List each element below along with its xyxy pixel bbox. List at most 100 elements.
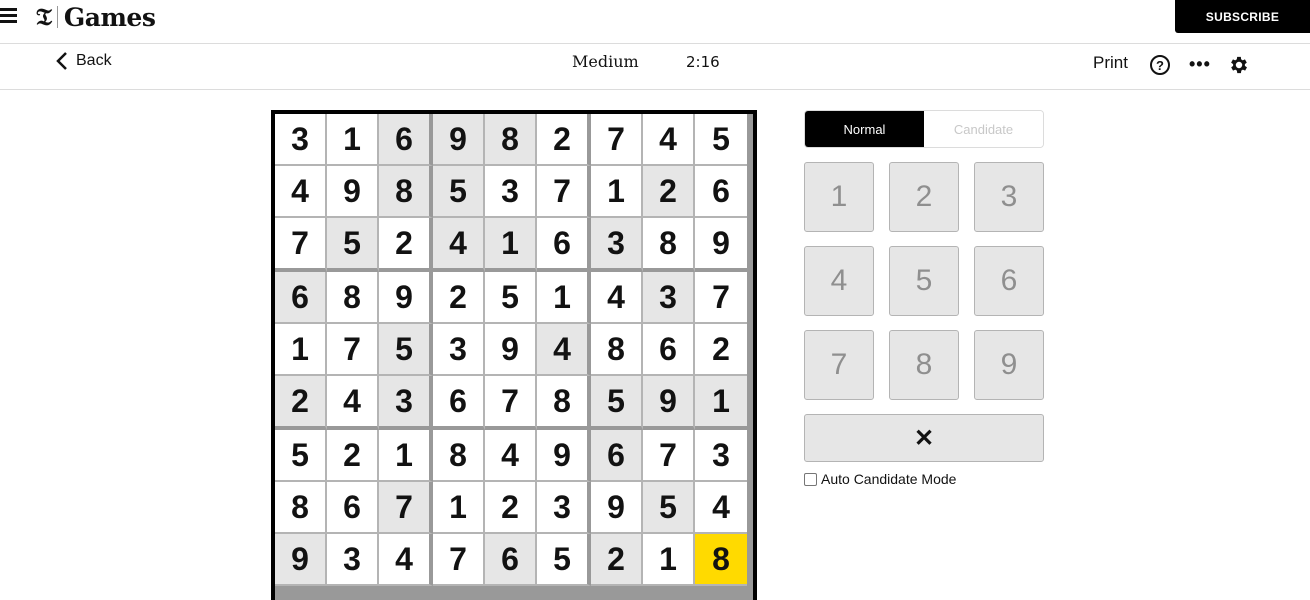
cell-r5-c7[interactable]: 8 — [591, 324, 643, 376]
cell-r6-c2[interactable]: 4 — [327, 376, 379, 430]
cell-r2-c5[interactable]: 3 — [485, 166, 537, 218]
cell-r6-c8[interactable]: 9 — [643, 376, 695, 430]
subscribe-button[interactable]: SUBSCRIBE — [1175, 0, 1310, 33]
cell-r8-c1[interactable]: 8 — [275, 482, 327, 534]
cell-r2-c6[interactable]: 7 — [537, 166, 591, 218]
key-3[interactable]: 3 — [974, 162, 1044, 232]
cell-r1-c9[interactable]: 5 — [695, 114, 747, 166]
cell-r5-c2[interactable]: 7 — [327, 324, 379, 376]
cell-r1-c4[interactable]: 9 — [433, 114, 485, 166]
cell-r4-c3[interactable]: 9 — [379, 272, 433, 324]
cell-r1-c5[interactable]: 8 — [485, 114, 537, 166]
cell-r3-c7[interactable]: 3 — [591, 218, 643, 272]
more-options-icon[interactable]: ••• — [1189, 54, 1211, 75]
cell-r4-c7[interactable]: 4 — [591, 272, 643, 324]
cell-r5-c8[interactable]: 6 — [643, 324, 695, 376]
candidate-mode-button[interactable]: Candidate — [924, 111, 1043, 147]
key-7[interactable]: 7 — [804, 330, 874, 400]
cell-r9-c7[interactable]: 2 — [591, 534, 643, 586]
cell-r4-c2[interactable]: 8 — [327, 272, 379, 324]
timer[interactable]: 2:16 — [686, 53, 720, 71]
cell-r7-c8[interactable]: 7 — [643, 430, 695, 482]
cell-r1-c8[interactable]: 4 — [643, 114, 695, 166]
cell-r5-c3[interactable]: 5 — [379, 324, 433, 376]
cell-r3-c1[interactable]: 7 — [275, 218, 327, 272]
cell-r8-c3[interactable]: 7 — [379, 482, 433, 534]
cell-r4-c5[interactable]: 5 — [485, 272, 537, 324]
cell-r7-c7[interactable]: 6 — [591, 430, 643, 482]
normal-mode-button[interactable]: Normal — [805, 111, 924, 147]
cell-r9-c4[interactable]: 7 — [433, 534, 485, 586]
cell-r6-c1[interactable]: 2 — [275, 376, 327, 430]
cell-r1-c2[interactable]: 1 — [327, 114, 379, 166]
erase-button[interactable]: ✕ — [804, 414, 1044, 462]
nyt-games-logo[interactable]: 𝔗 Games — [36, 2, 156, 32]
cell-r3-c4[interactable]: 4 — [433, 218, 485, 272]
cell-r5-c9[interactable]: 2 — [695, 324, 747, 376]
cell-r4-c1[interactable]: 6 — [275, 272, 327, 324]
cell-r2-c2[interactable]: 9 — [327, 166, 379, 218]
cell-r1-c3[interactable]: 6 — [379, 114, 433, 166]
key-1[interactable]: 1 — [804, 162, 874, 232]
cell-r8-c2[interactable]: 6 — [327, 482, 379, 534]
cell-r2-c8[interactable]: 2 — [643, 166, 695, 218]
cell-r3-c5[interactable]: 1 — [485, 218, 537, 272]
cell-r8-c7[interactable]: 9 — [591, 482, 643, 534]
cell-r4-c4[interactable]: 2 — [433, 272, 485, 324]
key-2[interactable]: 2 — [889, 162, 959, 232]
cell-r1-c6[interactable]: 2 — [537, 114, 591, 166]
auto-candidate-toggle[interactable]: Auto Candidate Mode — [804, 471, 1044, 487]
cell-r7-c1[interactable]: 5 — [275, 430, 327, 482]
cell-r8-c4[interactable]: 1 — [433, 482, 485, 534]
cell-r9-c2[interactable]: 3 — [327, 534, 379, 586]
cell-r3-c9[interactable]: 9 — [695, 218, 747, 272]
cell-r6-c6[interactable]: 8 — [537, 376, 591, 430]
key-5[interactable]: 5 — [889, 246, 959, 316]
cell-r7-c3[interactable]: 1 — [379, 430, 433, 482]
cell-r8-c6[interactable]: 3 — [537, 482, 591, 534]
cell-r9-c9[interactable]: 8 — [695, 534, 747, 586]
back-button[interactable]: Back — [56, 52, 112, 70]
cell-r6-c4[interactable]: 6 — [433, 376, 485, 430]
cell-r2-c3[interactable]: 8 — [379, 166, 433, 218]
key-4[interactable]: 4 — [804, 246, 874, 316]
cell-r8-c9[interactable]: 4 — [695, 482, 747, 534]
cell-r5-c5[interactable]: 9 — [485, 324, 537, 376]
key-9[interactable]: 9 — [974, 330, 1044, 400]
cell-r9-c1[interactable]: 9 — [275, 534, 327, 586]
hamburger-menu-icon[interactable] — [0, 8, 18, 24]
cell-r7-c6[interactable]: 9 — [537, 430, 591, 482]
cell-r7-c9[interactable]: 3 — [695, 430, 747, 482]
cell-r3-c8[interactable]: 8 — [643, 218, 695, 272]
cell-r2-c9[interactable]: 6 — [695, 166, 747, 218]
cell-r4-c8[interactable]: 3 — [643, 272, 695, 324]
cell-r9-c3[interactable]: 4 — [379, 534, 433, 586]
cell-r2-c1[interactable]: 4 — [275, 166, 327, 218]
cell-r7-c2[interactable]: 2 — [327, 430, 379, 482]
cell-r9-c5[interactable]: 6 — [485, 534, 537, 586]
auto-candidate-checkbox[interactable] — [804, 472, 817, 486]
cell-r6-c9[interactable]: 1 — [695, 376, 747, 430]
cell-r6-c3[interactable]: 3 — [379, 376, 433, 430]
cell-r5-c6[interactable]: 4 — [537, 324, 591, 376]
cell-r1-c1[interactable]: 3 — [275, 114, 327, 166]
cell-r6-c5[interactable]: 7 — [485, 376, 537, 430]
cell-r4-c6[interactable]: 1 — [537, 272, 591, 324]
cell-r8-c8[interactable]: 5 — [643, 482, 695, 534]
cell-r2-c7[interactable]: 1 — [591, 166, 643, 218]
cell-r4-c9[interactable]: 7 — [695, 272, 747, 324]
cell-r9-c6[interactable]: 5 — [537, 534, 591, 586]
cell-r3-c6[interactable]: 6 — [537, 218, 591, 272]
print-button[interactable]: Print — [1093, 53, 1128, 73]
cell-r3-c3[interactable]: 2 — [379, 218, 433, 272]
cell-r7-c4[interactable]: 8 — [433, 430, 485, 482]
help-icon[interactable]: ? — [1150, 55, 1170, 75]
cell-r6-c7[interactable]: 5 — [591, 376, 643, 430]
cell-r8-c5[interactable]: 2 — [485, 482, 537, 534]
cell-r7-c5[interactable]: 4 — [485, 430, 537, 482]
key-8[interactable]: 8 — [889, 330, 959, 400]
cell-r2-c4[interactable]: 5 — [433, 166, 485, 218]
cell-r1-c7[interactable]: 7 — [591, 114, 643, 166]
key-6[interactable]: 6 — [974, 246, 1044, 316]
cell-r5-c4[interactable]: 3 — [433, 324, 485, 376]
